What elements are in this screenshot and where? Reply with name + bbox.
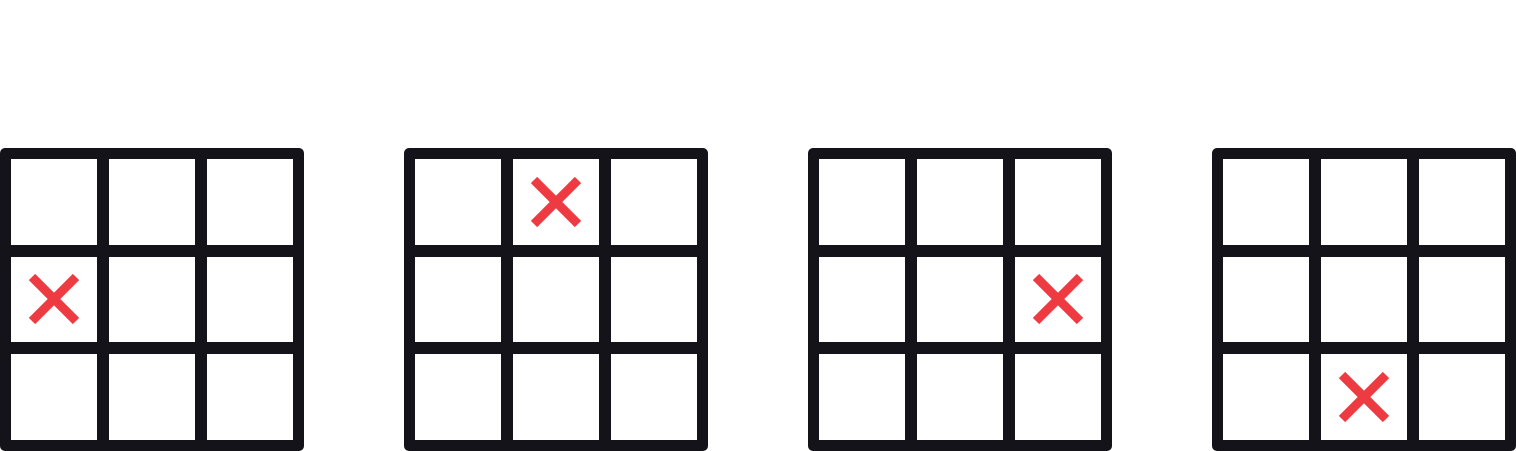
grid-cell — [1223, 354, 1309, 440]
grid-cell — [415, 256, 501, 343]
grid-cell — [1419, 159, 1505, 245]
grid-cell — [513, 256, 599, 343]
grid-cell — [1419, 354, 1505, 440]
grid-board-1 — [0, 148, 304, 451]
grid-cell — [917, 159, 1003, 245]
grid-cell — [207, 159, 293, 245]
x-icon — [1032, 274, 1084, 325]
x-icon — [530, 176, 582, 228]
grid-cell — [513, 159, 599, 245]
grid-cell — [513, 354, 599, 440]
grid-cell — [109, 256, 195, 343]
grid-cell — [611, 159, 697, 245]
grid-cell — [819, 354, 905, 440]
grid-cell — [415, 159, 501, 245]
grid-cell — [1015, 256, 1101, 343]
grid-cell — [1321, 159, 1407, 245]
x-icon — [1338, 371, 1390, 423]
grid-cell — [1223, 159, 1309, 245]
grid-cell — [611, 354, 697, 440]
grid-cell — [109, 354, 195, 440]
grid-board-4 — [1212, 148, 1516, 451]
grid-board-2 — [404, 148, 708, 451]
grid-cell — [207, 256, 293, 343]
grid-cell — [11, 256, 97, 343]
grid-cell — [819, 256, 905, 343]
grid-cell — [1321, 354, 1407, 440]
grid-cell — [1223, 256, 1309, 343]
grid-cell — [917, 354, 1003, 440]
x-icon — [28, 274, 80, 325]
grid-cell — [415, 354, 501, 440]
grid-cell — [109, 159, 195, 245]
grid-cell — [611, 256, 697, 343]
grid-cell — [207, 354, 293, 440]
grid-cell — [819, 159, 905, 245]
grid-cell — [1015, 159, 1101, 245]
grid-cell — [1015, 354, 1101, 440]
grid-cell — [917, 256, 1003, 343]
diagram-canvas — [0, 0, 1516, 451]
grid-cell — [1419, 256, 1505, 343]
grid-board-3 — [808, 148, 1112, 451]
grid-cell — [11, 354, 97, 440]
grid-cell — [1321, 256, 1407, 343]
grid-cell — [11, 159, 97, 245]
